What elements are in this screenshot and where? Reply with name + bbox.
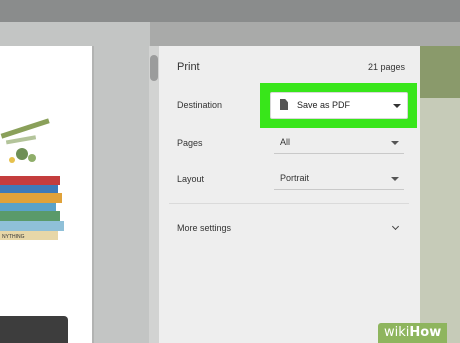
settings-divider xyxy=(169,203,409,204)
dropdown-arrow-icon xyxy=(393,104,401,108)
scrollbar-track[interactable] xyxy=(149,46,159,343)
layout-label: Layout xyxy=(177,174,205,184)
scrollbar-thumb[interactable] xyxy=(150,55,158,81)
more-settings-toggle[interactable]: More settings xyxy=(177,223,231,233)
layout-select[interactable]: Portrait xyxy=(274,168,404,190)
wikihow-watermark: wikiHow xyxy=(378,323,448,343)
background-page-accent xyxy=(420,46,460,98)
document-icon xyxy=(280,99,288,110)
preview-photo xyxy=(0,316,68,343)
page-count: 21 pages xyxy=(367,62,405,72)
books-illustration: NYTHING xyxy=(0,118,64,240)
print-title: Print xyxy=(177,61,200,73)
book-spine-text: NYTHING xyxy=(2,234,25,240)
dropdown-arrow-icon xyxy=(391,177,399,181)
layout-value: Portrait xyxy=(280,173,310,183)
pages-value: All xyxy=(280,137,291,147)
pages-select[interactable]: All xyxy=(274,132,404,154)
watermark-wiki: wiki xyxy=(384,325,410,340)
preview-divider xyxy=(92,46,94,343)
destination-value: Save as PDF xyxy=(297,100,351,110)
browser-top-bar xyxy=(0,0,460,22)
destination-select[interactable]: Save as PDF xyxy=(270,92,408,119)
destination-label: Destination xyxy=(177,100,223,110)
pages-label: Pages xyxy=(177,138,203,148)
watermark-how: How xyxy=(409,325,442,340)
dropdown-arrow-icon xyxy=(391,141,399,145)
